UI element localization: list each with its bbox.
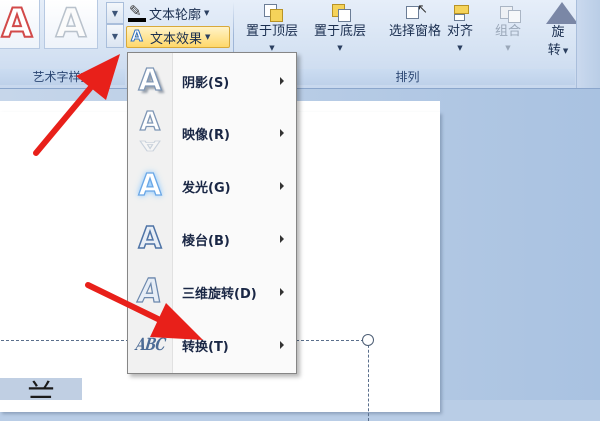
wordart-style-tile-white[interactable]: A [44,0,98,49]
chevron-down-icon: ▼ [505,44,511,52]
shadow-a-icon: A [138,63,163,98]
submenu-arrow-icon [280,288,284,296]
chevron-down-icon: ▼ [204,9,210,17]
rotate-label-second-line: 转 [547,43,561,58]
send-to-back-icon [326,2,354,22]
menu-item-shadow[interactable]: A 阴影(S) [128,55,296,107]
wordart-style-tile-red[interactable]: A [0,0,40,49]
text-effects-icon: A [131,27,144,46]
glow-a-icon: A [138,168,163,203]
menu-item-glow[interactable]: A 发光(G) [128,160,296,212]
wordart-preview-letter: A [55,1,87,47]
chevron-down-icon: ▼ [111,8,119,18]
align-icon [446,2,474,22]
chevron-down-icon: ▼ [337,44,343,52]
group-label: 组合 [494,24,521,39]
submenu-arrow-icon [280,182,284,190]
ribbon-edge [576,0,600,88]
submenu-arrow-icon [280,129,284,137]
menu-item-label: 转换(T) [182,339,229,355]
rotate-icon [544,2,578,24]
3d-rotation-a-icon: A [135,272,165,312]
text-effects-button[interactable]: A 文本效果 ▼ [126,26,230,48]
submenu-arrow-icon [280,341,284,349]
wordart-preview-letter: A [1,1,34,47]
text-effects-label: 文本效果 [150,31,203,47]
transform-abc-icon: ABC [134,335,166,355]
chevron-down-icon: ▼ [562,47,569,55]
selection-pane-label: 选择窗格 [388,24,441,39]
text-outline-button[interactable]: ✎ 文本轮廓 ▼ [126,2,230,23]
send-to-back-label: 置于底层 [313,24,366,39]
text-outline-label: 文本轮廓 [149,7,202,23]
group-icon [494,2,522,23]
align-button[interactable]: 对齐 ▼ [438,2,482,64]
bring-to-front-icon [258,2,286,22]
menu-item-transform[interactable]: ABC 转换(T) [128,319,296,371]
send-to-back-button[interactable]: 置于底层 ▼ [306,2,374,64]
align-label: 对齐 [446,24,473,39]
resize-handle[interactable] [362,334,374,346]
text-effects-menu: A 阴影(S) A A 映像(R) A 发光(G) A 棱台(B) A 三维旋转… [127,52,297,374]
submenu-arrow-icon [280,235,284,243]
chevron-down-icon: ▼ [457,44,463,52]
menu-item-bevel[interactable]: A 棱台(B) [128,213,296,265]
pen-color-icon: ✎ [128,2,146,22]
wordart-styles-group-label: 艺术字样式 [0,69,125,85]
menu-item-label: 阴影(S) [182,75,230,91]
selected-wordart-text[interactable]: 兰 [0,377,82,401]
ribbon: A A ▼ ▼ ✎ 文本轮廓 ▼ A 文本效果 ▼ 艺术字样式 置于顶层 ▼ 置… [0,0,600,89]
menu-item-label: 三维旋转(D) [182,286,257,302]
menu-item-label: 映像(R) [182,127,230,143]
menu-item-3d-rotation[interactable]: A 三维旋转(D) [128,266,296,318]
gallery-scroll-down-button[interactable]: ▼ [106,2,124,24]
menu-item-label: 发光(G) [182,180,231,196]
menu-item-reflection[interactable]: A A 映像(R) [128,107,296,159]
selection-pane-icon: ↖ [401,2,429,22]
bevel-a-icon: A [138,221,163,256]
submenu-arrow-icon [280,77,284,85]
group-button[interactable]: 组合 ▼ [480,2,536,64]
rotate-button[interactable]: 旋 转 ▼ [538,2,578,66]
menu-item-label: 棱台(B) [182,233,230,249]
bring-to-front-label: 置于顶层 [245,24,298,39]
chevron-down-icon: ▼ [205,33,211,41]
rotate-label-row: 转 ▼ [548,42,568,60]
gallery-more-button[interactable]: ▼ [106,24,124,48]
rotate-label: 旋 [551,25,565,40]
expand-more-icon: ▼ [111,31,119,41]
reflection-a-icon: A A [139,106,161,153]
